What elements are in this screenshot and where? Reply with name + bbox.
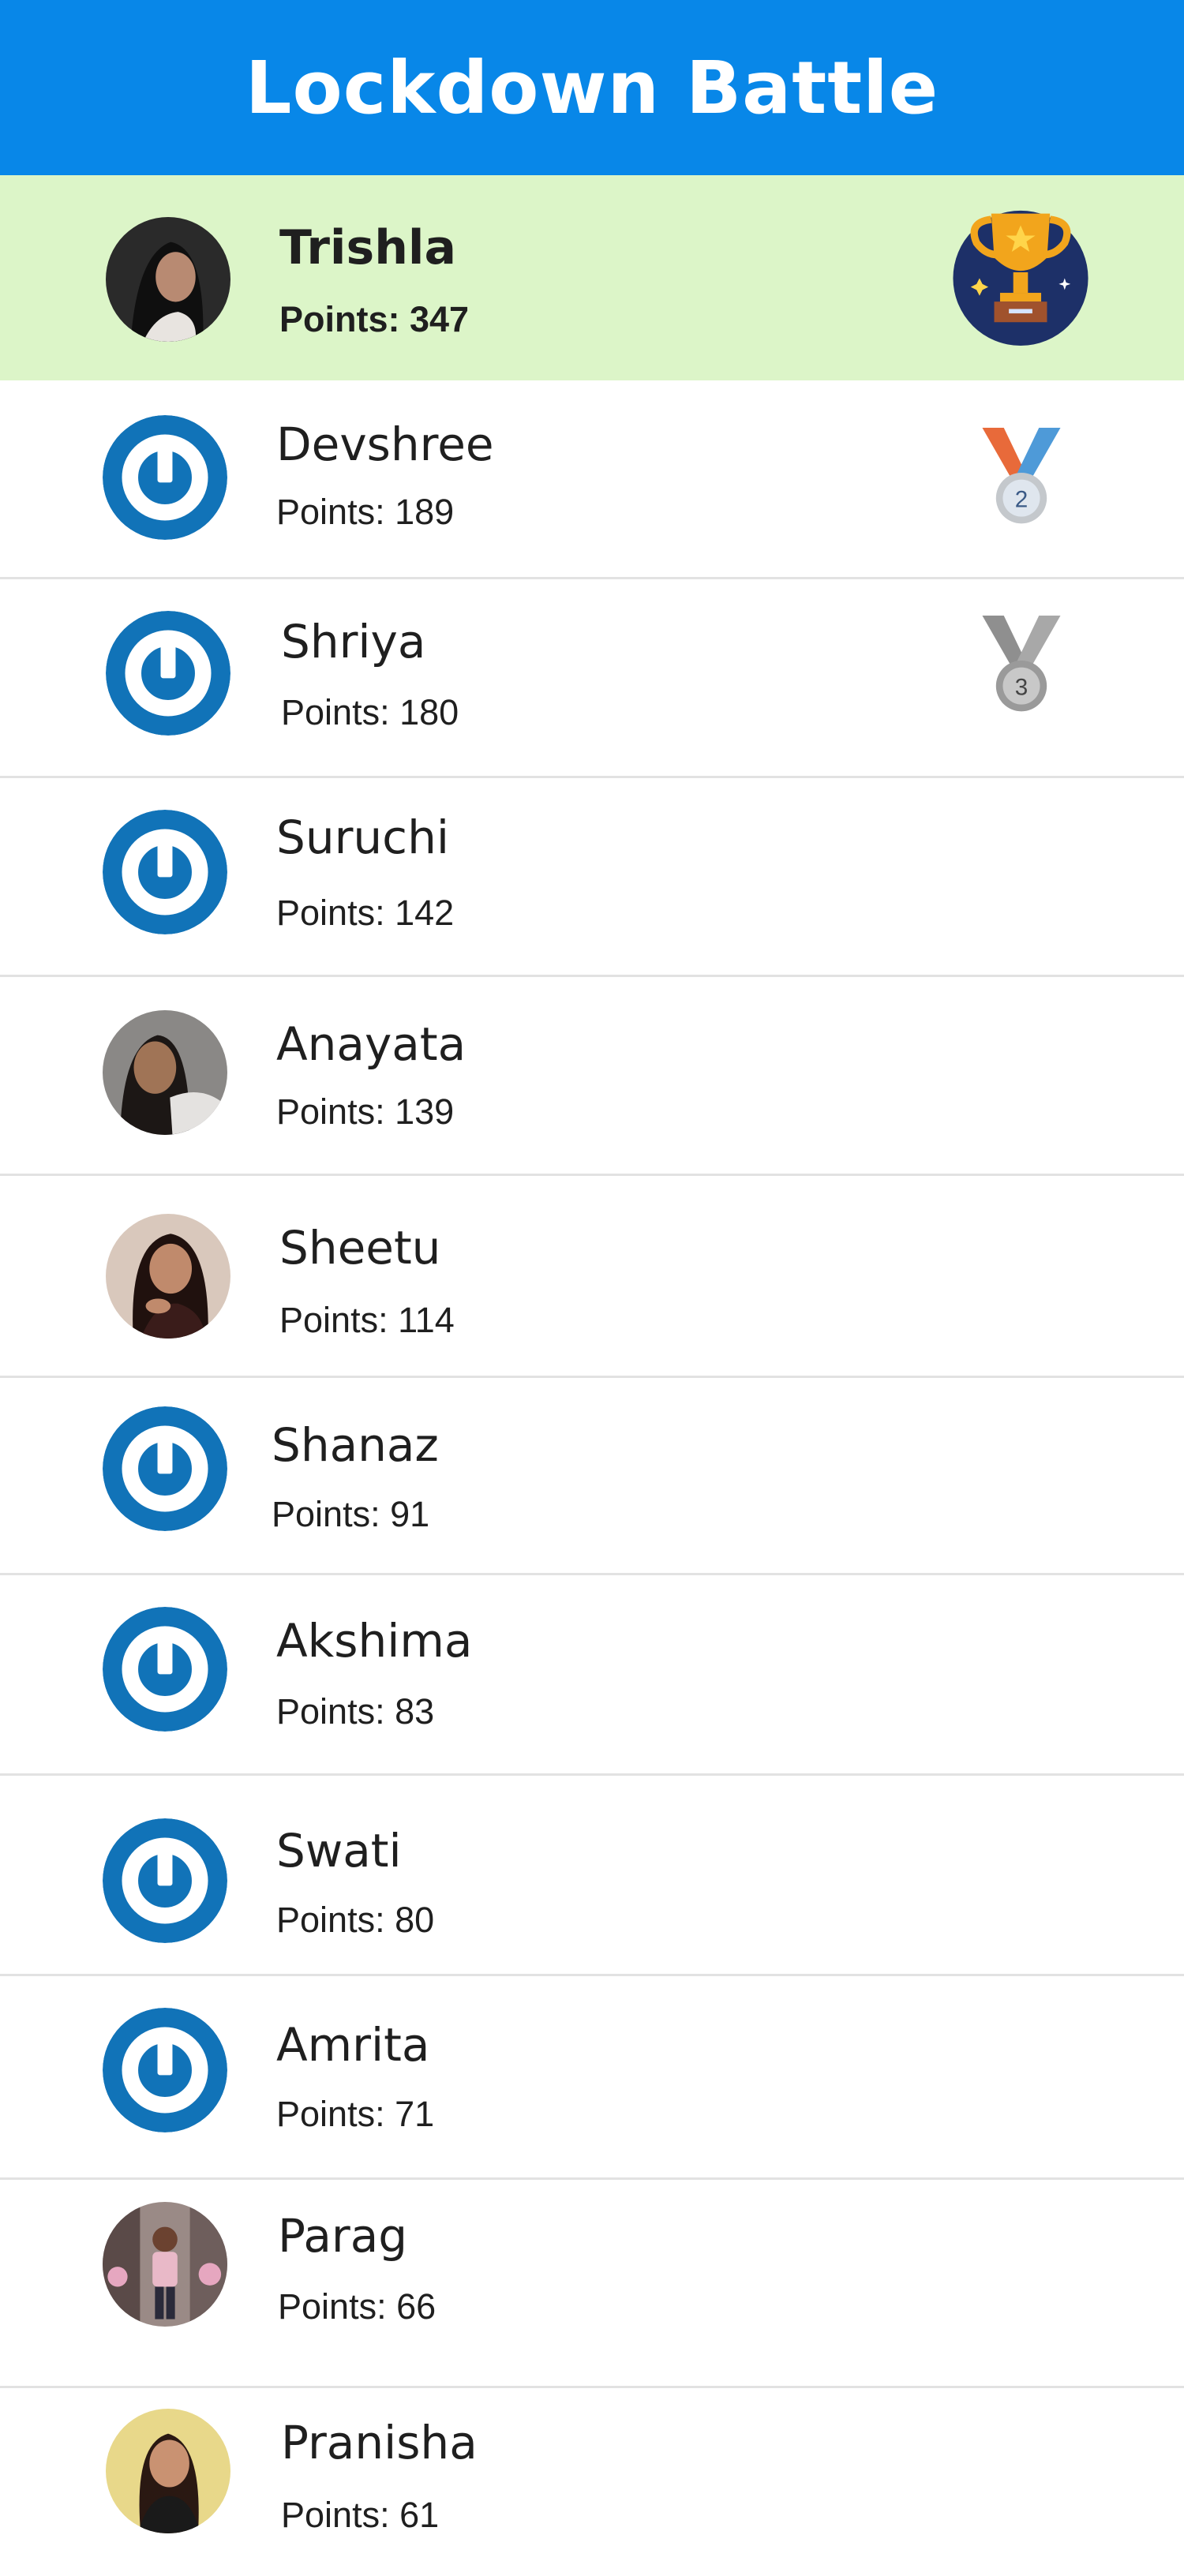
player-name: Parag <box>278 2209 408 2263</box>
leaderboard-row-5[interactable]: Anayata Points: 139 <box>0 977 1184 1176</box>
player-points: Points: 139 <box>276 1091 455 1132</box>
player-name: Shriya <box>281 615 426 668</box>
player-points: Points: 114 <box>279 1300 455 1340</box>
player-points: Points: 347 <box>279 299 470 339</box>
leaderboard-row-1[interactable]: Trishla Points: 347 <box>0 175 1184 380</box>
default-avatar-icon <box>103 1607 227 1732</box>
leaderboard-row-10[interactable]: Amrita Points: 71 <box>0 1976 1184 2180</box>
avatar <box>103 1010 227 1135</box>
leaderboard-row-11[interactable]: Parag Points: 66 <box>0 2180 1184 2388</box>
default-avatar-icon <box>103 1406 227 1531</box>
player-points: Points: 83 <box>276 1691 435 1732</box>
leaderboard-row-2[interactable]: Devshree Points: 189 2 <box>0 380 1184 579</box>
leaderboard-row-12[interactable]: Pranisha Points: 61 <box>0 2388 1184 2576</box>
player-name: Devshree <box>276 417 494 471</box>
player-points: Points: 80 <box>276 1900 435 1940</box>
avatar <box>103 2202 227 2327</box>
player-name: Suruchi <box>276 811 449 864</box>
leaderboard-row-6[interactable]: Sheetu Points: 114 <box>0 1176 1184 1378</box>
player-points: Points: 189 <box>276 492 455 532</box>
avatar <box>106 217 230 342</box>
player-name: Amrita <box>276 2018 430 2072</box>
player-name: Akshima <box>276 1614 473 1668</box>
leaderboard-row-7[interactable]: Shanaz Points: 91 <box>0 1378 1184 1575</box>
page-title: Lockdown Battle <box>245 45 939 130</box>
player-points: Points: 61 <box>281 2495 440 2535</box>
player-points: Points: 180 <box>281 692 459 732</box>
default-avatar-icon <box>103 810 227 934</box>
default-avatar-icon <box>103 415 227 540</box>
medal-number: 2 <box>1015 486 1029 512</box>
leaderboard-row-4[interactable]: Suruchi Points: 142 <box>0 778 1184 977</box>
player-name: Shanaz <box>272 1418 439 1472</box>
player-name: Swati <box>276 1824 402 1878</box>
player-name: Trishla <box>279 220 456 275</box>
player-points: Points: 142 <box>276 893 455 933</box>
default-avatar-icon <box>103 1818 227 1943</box>
avatar <box>106 1214 230 1339</box>
avatar <box>106 2409 230 2533</box>
player-name: Pranisha <box>281 2416 478 2469</box>
player-name: Anayata <box>276 1017 466 1071</box>
bronze-medal-icon: 3 <box>972 616 1070 718</box>
leaderboard-row-3[interactable]: Shriya Points: 180 3 <box>0 579 1184 778</box>
player-name: Sheetu <box>279 1221 441 1275</box>
player-points: Points: 71 <box>276 2094 435 2134</box>
default-avatar-icon <box>103 2008 227 2132</box>
trophy-icon <box>947 199 1094 346</box>
leaderboard-row-9[interactable]: Swati Points: 80 <box>0 1776 1184 1976</box>
medal-number: 3 <box>1015 674 1029 700</box>
player-points: Points: 66 <box>278 2286 437 2327</box>
default-avatar-icon <box>106 611 230 736</box>
app-header: Lockdown Battle <box>0 0 1184 175</box>
silver-medal-icon: 2 <box>972 428 1070 530</box>
leaderboard-row-8[interactable]: Akshima Points: 83 <box>0 1575 1184 1776</box>
player-points: Points: 91 <box>272 1494 430 1534</box>
